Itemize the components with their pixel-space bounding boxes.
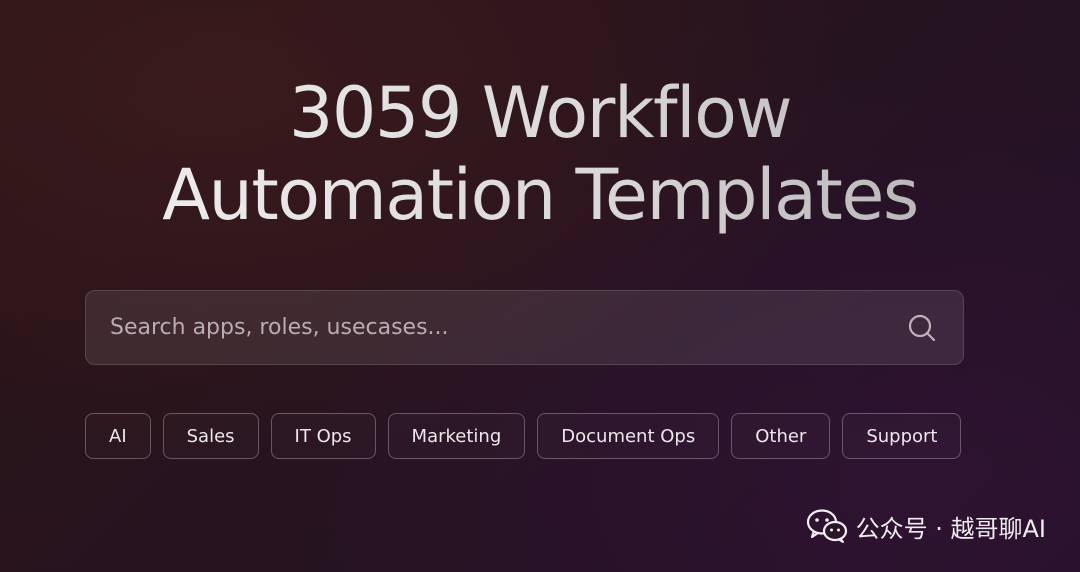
category-chip-support[interactable]: Support	[842, 413, 962, 459]
page-title-line-1: 3059 Workflow	[288, 72, 792, 154]
category-chip-document-ops[interactable]: Document Ops	[537, 413, 720, 459]
category-filters: AI Sales IT Ops Marketing Document Ops O…	[85, 413, 962, 459]
category-chip-ai[interactable]: AI	[85, 413, 151, 459]
search-bar[interactable]	[85, 290, 964, 365]
hero: 3059 Workflow Automation Templates	[0, 72, 1080, 236]
page-title-line-2: Automation Templates	[162, 154, 918, 236]
category-chip-marketing[interactable]: Marketing	[387, 413, 526, 459]
wechat-icon	[806, 508, 848, 544]
watermark-text: 公众号 · 越哥聊AI	[855, 514, 1046, 543]
page-title: 3059 Workflow Automation Templates	[0, 72, 1080, 236]
category-chip-it-ops[interactable]: IT Ops	[270, 413, 376, 459]
search-input[interactable]	[86, 291, 906, 364]
category-chip-other[interactable]: Other	[731, 413, 831, 459]
search-icon[interactable]	[906, 312, 938, 344]
watermark: 公众号 · 越哥聊AI	[806, 508, 1046, 544]
category-chip-sales[interactable]: Sales	[162, 413, 259, 459]
